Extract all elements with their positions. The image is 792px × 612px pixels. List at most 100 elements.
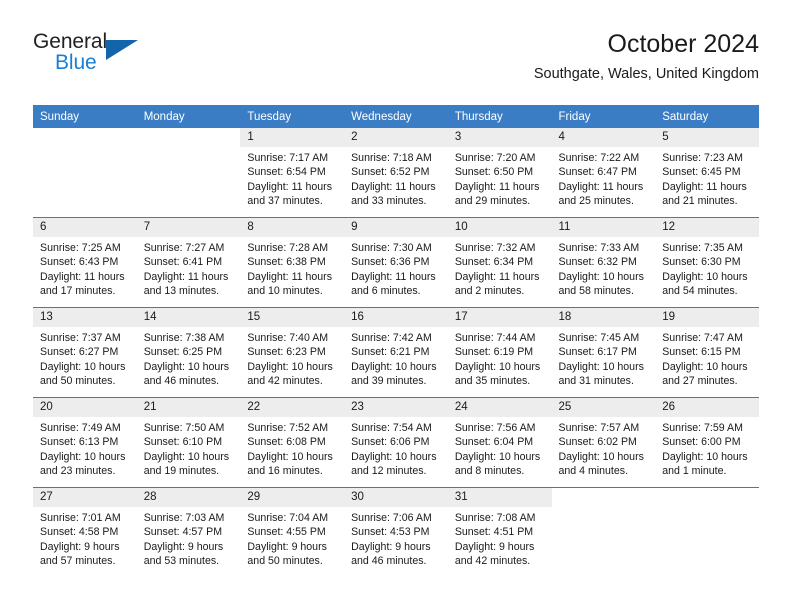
day-number: 14 [136,308,241,327]
sunset-time: Sunset: 6:38 PM [247,256,326,269]
page-title: October 2024 [607,30,760,58]
sunrise-time: Sunrise: 7:18 AM [351,152,432,164]
sunrise-time: Sunrise: 7:47 AM [662,332,743,344]
day-number: 31 [447,488,552,507]
day-cell-inner: 4 Sunrise: 7:22 AM Sunset: 6:47 PM Daylight… [551,128,656,217]
weekday-header-wednesday: Wednesday [344,105,448,128]
daylight-duration-line1: Daylight: 10 hours [558,360,644,373]
day-number: 15 [240,308,345,327]
calendar-day-cell[interactable]: 11 Sunrise: 7:33 AM Sunset: 6:32 PM Dayligh… [551,217,656,308]
day-number: 30 [344,488,448,507]
day-details: Sunrise: 7:25 AM Sunset: 6:43 PM Daylight:… [33,237,137,299]
day-details: Sunrise: 7:45 AM Sunset: 6:17 PM Daylight:… [552,327,656,389]
calendar-day-cell[interactable]: 7 Sunrise: 7:27 AM Sunset: 6:41 PM Daylight… [136,217,241,308]
daylight-duration-line1: Daylight: 11 hours [351,270,436,283]
sunset-time: Sunset: 4:57 PM [143,526,223,539]
weekday-header-monday: Monday [136,105,241,128]
sunset-time: Sunset: 6:34 PM [454,256,534,269]
day-cell-inner: 15 Sunrise: 7:40 AM Sunset: 6:23 PM Dayligh… [240,308,345,397]
calendar-day-cell[interactable]: 16 Sunrise: 7:42 AM Sunset: 6:21 PM Dayligh… [344,307,448,398]
calendar-day-cell[interactable]: 2 Sunrise: 7:18 AM Sunset: 6:52 PM Daylight… [344,128,448,218]
daylight-duration-line2: and 58 minutes. [558,285,634,298]
day-cell-inner: 12 Sunrise: 7:35 AM Sunset: 6:30 PM Dayligh… [655,218,759,307]
daylight-duration-line1: Daylight: 10 hours [247,450,333,463]
calendar-day-cell[interactable]: 5 Sunrise: 7:23 AM Sunset: 6:45 PM Daylight… [655,128,759,218]
calendar-day-cell[interactable]: 17 Sunrise: 7:44 AM Sunset: 6:19 PM Dayligh… [447,307,552,398]
sunrise-sunset-calendar: Sunday Monday Tuesday Wednesday Thursday Frid… [33,105,759,577]
sunrise-time: Sunrise: 7:04 AM [247,512,329,524]
calendar-day-cell[interactable]: 21 Sunrise: 7:50 AM Sunset: 6:10 PM Dayligh… [136,397,241,488]
sunset-time: Sunset: 4:58 PM [40,526,119,539]
sunset-time: Sunset: 6:15 PM [662,346,741,359]
day-cell-inner: 19 Sunrise: 7:47 AM Sunset: 6:15 PM Dayligh… [655,308,759,397]
daylight-duration-line2: and 21 minutes. [662,195,738,208]
daylight-duration-line1: Daylight: 10 hours [40,450,126,463]
daylight-duration-line1: Daylight: 10 hours [247,360,333,373]
calendar-day-cell[interactable]: 31 Sunrise: 7:08 AM Sunset: 4:51 PM Dayligh… [447,487,552,577]
day-number: 11 [551,218,656,237]
calendar-day-cell[interactable]: 18 Sunrise: 7:45 AM Sunset: 6:17 PM Dayligh… [551,307,656,398]
daylight-duration-line2: and 27 minutes. [662,375,738,388]
day-cell-inner: 23 Sunrise: 7:54 AM Sunset: 6:06 PM Dayligh… [344,398,448,487]
calendar-day-cell[interactable]: 15 Sunrise: 7:40 AM Sunset: 6:23 PM Dayligh… [240,307,345,398]
calendar-cell-empty [655,487,759,577]
day-details: Sunrise: 7:17 AM Sunset: 6:54 PM Daylight:… [240,147,344,209]
day-number: 4 [551,128,656,147]
daylight-duration-line1: Daylight: 10 hours [351,360,437,373]
calendar-day-cell[interactable]: 28 Sunrise: 7:03 AM Sunset: 4:57 PM Dayligh… [136,487,241,577]
daylight-duration-line1: Daylight: 11 hours [40,270,125,283]
calendar-day-cell[interactable]: 3 Sunrise: 7:20 AM Sunset: 6:50 PM Daylight… [447,128,552,218]
day-details: Sunrise: 7:06 AM Sunset: 4:53 PM Daylight:… [344,507,448,569]
day-cell-inner: 2 Sunrise: 7:18 AM Sunset: 6:52 PM Daylight… [344,128,448,217]
calendar-day-cell[interactable]: 9 Sunrise: 7:30 AM Sunset: 6:36 PM Daylight… [344,217,448,308]
day-number: 27 [33,488,137,507]
calendar-day-cell[interactable]: 22 Sunrise: 7:52 AM Sunset: 6:08 PM Dayligh… [240,397,345,488]
daylight-duration-line2: and 31 minutes. [558,375,634,388]
calendar-day-cell[interactable]: 19 Sunrise: 7:47 AM Sunset: 6:15 PM Dayligh… [655,307,759,398]
calendar-day-cell[interactable]: 24 Sunrise: 7:56 AM Sunset: 6:04 PM Dayligh… [447,397,552,488]
calendar-day-cell[interactable]: 26 Sunrise: 7:59 AM Sunset: 6:00 PM Dayligh… [655,397,759,488]
daylight-duration-line1: Daylight: 9 hours [143,540,224,553]
calendar-body: 1 Sunrise: 7:17 AM Sunset: 6:54 PM Daylight… [33,128,759,577]
daylight-duration-line1: Daylight: 10 hours [558,270,644,283]
calendar-day-cell[interactable]: 12 Sunrise: 7:35 AM Sunset: 6:30 PM Dayligh… [655,217,759,308]
calendar-day-cell[interactable]: 6 Sunrise: 7:25 AM Sunset: 6:43 PM Daylight… [33,217,137,308]
day-cell-inner: 7 Sunrise: 7:27 AM Sunset: 6:41 PM Daylight… [136,218,241,307]
daylight-duration-line2: and 42 minutes. [247,375,323,388]
daylight-duration-line2: and 2 minutes. [454,285,525,298]
daylight-duration-line2: and 50 minutes. [40,375,116,388]
calendar-day-cell[interactable]: 29 Sunrise: 7:04 AM Sunset: 4:55 PM Dayligh… [240,487,345,577]
daylight-duration-line1: Daylight: 10 hours [143,360,230,373]
calendar-day-cell[interactable]: 4 Sunrise: 7:22 AM Sunset: 6:47 PM Daylight… [551,128,656,218]
calendar-day-cell[interactable]: 30 Sunrise: 7:06 AM Sunset: 4:53 PM Dayligh… [344,487,448,577]
day-details: Sunrise: 7:22 AM Sunset: 6:47 PM Daylight:… [552,147,656,209]
calendar-day-cell[interactable]: 8 Sunrise: 7:28 AM Sunset: 6:38 PM Daylight… [240,217,345,308]
sunrise-time: Sunrise: 7:54 AM [351,422,432,434]
calendar-day-cell[interactable]: 25 Sunrise: 7:57 AM Sunset: 6:02 PM Dayligh… [551,397,656,488]
day-cell-inner: 22 Sunrise: 7:52 AM Sunset: 6:08 PM Dayligh… [240,398,345,487]
calendar-day-cell[interactable]: 14 Sunrise: 7:38 AM Sunset: 6:25 PM Dayligh… [136,307,241,398]
daylight-duration-line2: and 46 minutes. [143,375,220,388]
day-cell-inner [655,488,759,577]
sunset-time: Sunset: 6:30 PM [662,256,741,269]
calendar-day-cell[interactable]: 13 Sunrise: 7:37 AM Sunset: 6:27 PM Dayligh… [33,307,137,398]
sunset-time: Sunset: 6:04 PM [454,436,534,449]
day-cell-inner: 21 Sunrise: 7:50 AM Sunset: 6:10 PM Dayligh… [136,398,241,487]
general-blue-logo[interactable]: General Blue [33,30,153,88]
calendar-day-cell[interactable]: 27 Sunrise: 7:01 AM Sunset: 4:58 PM Dayligh… [33,487,137,577]
sunrise-time: Sunrise: 7:52 AM [247,422,329,434]
day-details: Sunrise: 7:27 AM Sunset: 6:41 PM Daylight:… [137,237,241,299]
calendar-header-row: Sunday Monday Tuesday Wednesday Thursday Frid… [33,105,759,128]
calendar-day-cell[interactable]: 20 Sunrise: 7:49 AM Sunset: 6:13 PM Dayligh… [33,397,137,488]
calendar-day-cell[interactable]: 23 Sunrise: 7:54 AM Sunset: 6:06 PM Dayligh… [344,397,448,488]
sunset-time: Sunset: 4:55 PM [247,526,326,539]
day-cell-inner: 30 Sunrise: 7:06 AM Sunset: 4:53 PM Dayligh… [344,488,448,577]
day-cell-inner: 3 Sunrise: 7:20 AM Sunset: 6:50 PM Daylight… [447,128,552,217]
sunrise-time: Sunrise: 7:57 AM [558,422,640,434]
daylight-duration-line2: and 19 minutes. [143,465,220,478]
calendar-day-cell[interactable]: 1 Sunrise: 7:17 AM Sunset: 6:54 PM Daylight… [240,128,345,218]
weekday-header-thursday: Thursday [447,105,552,128]
calendar-day-cell[interactable]: 10 Sunrise: 7:32 AM Sunset: 6:34 PM Dayligh… [447,217,552,308]
day-details: Sunrise: 7:08 AM Sunset: 4:51 PM Daylight:… [448,507,552,569]
daylight-duration-line1: Daylight: 11 hours [143,270,229,283]
